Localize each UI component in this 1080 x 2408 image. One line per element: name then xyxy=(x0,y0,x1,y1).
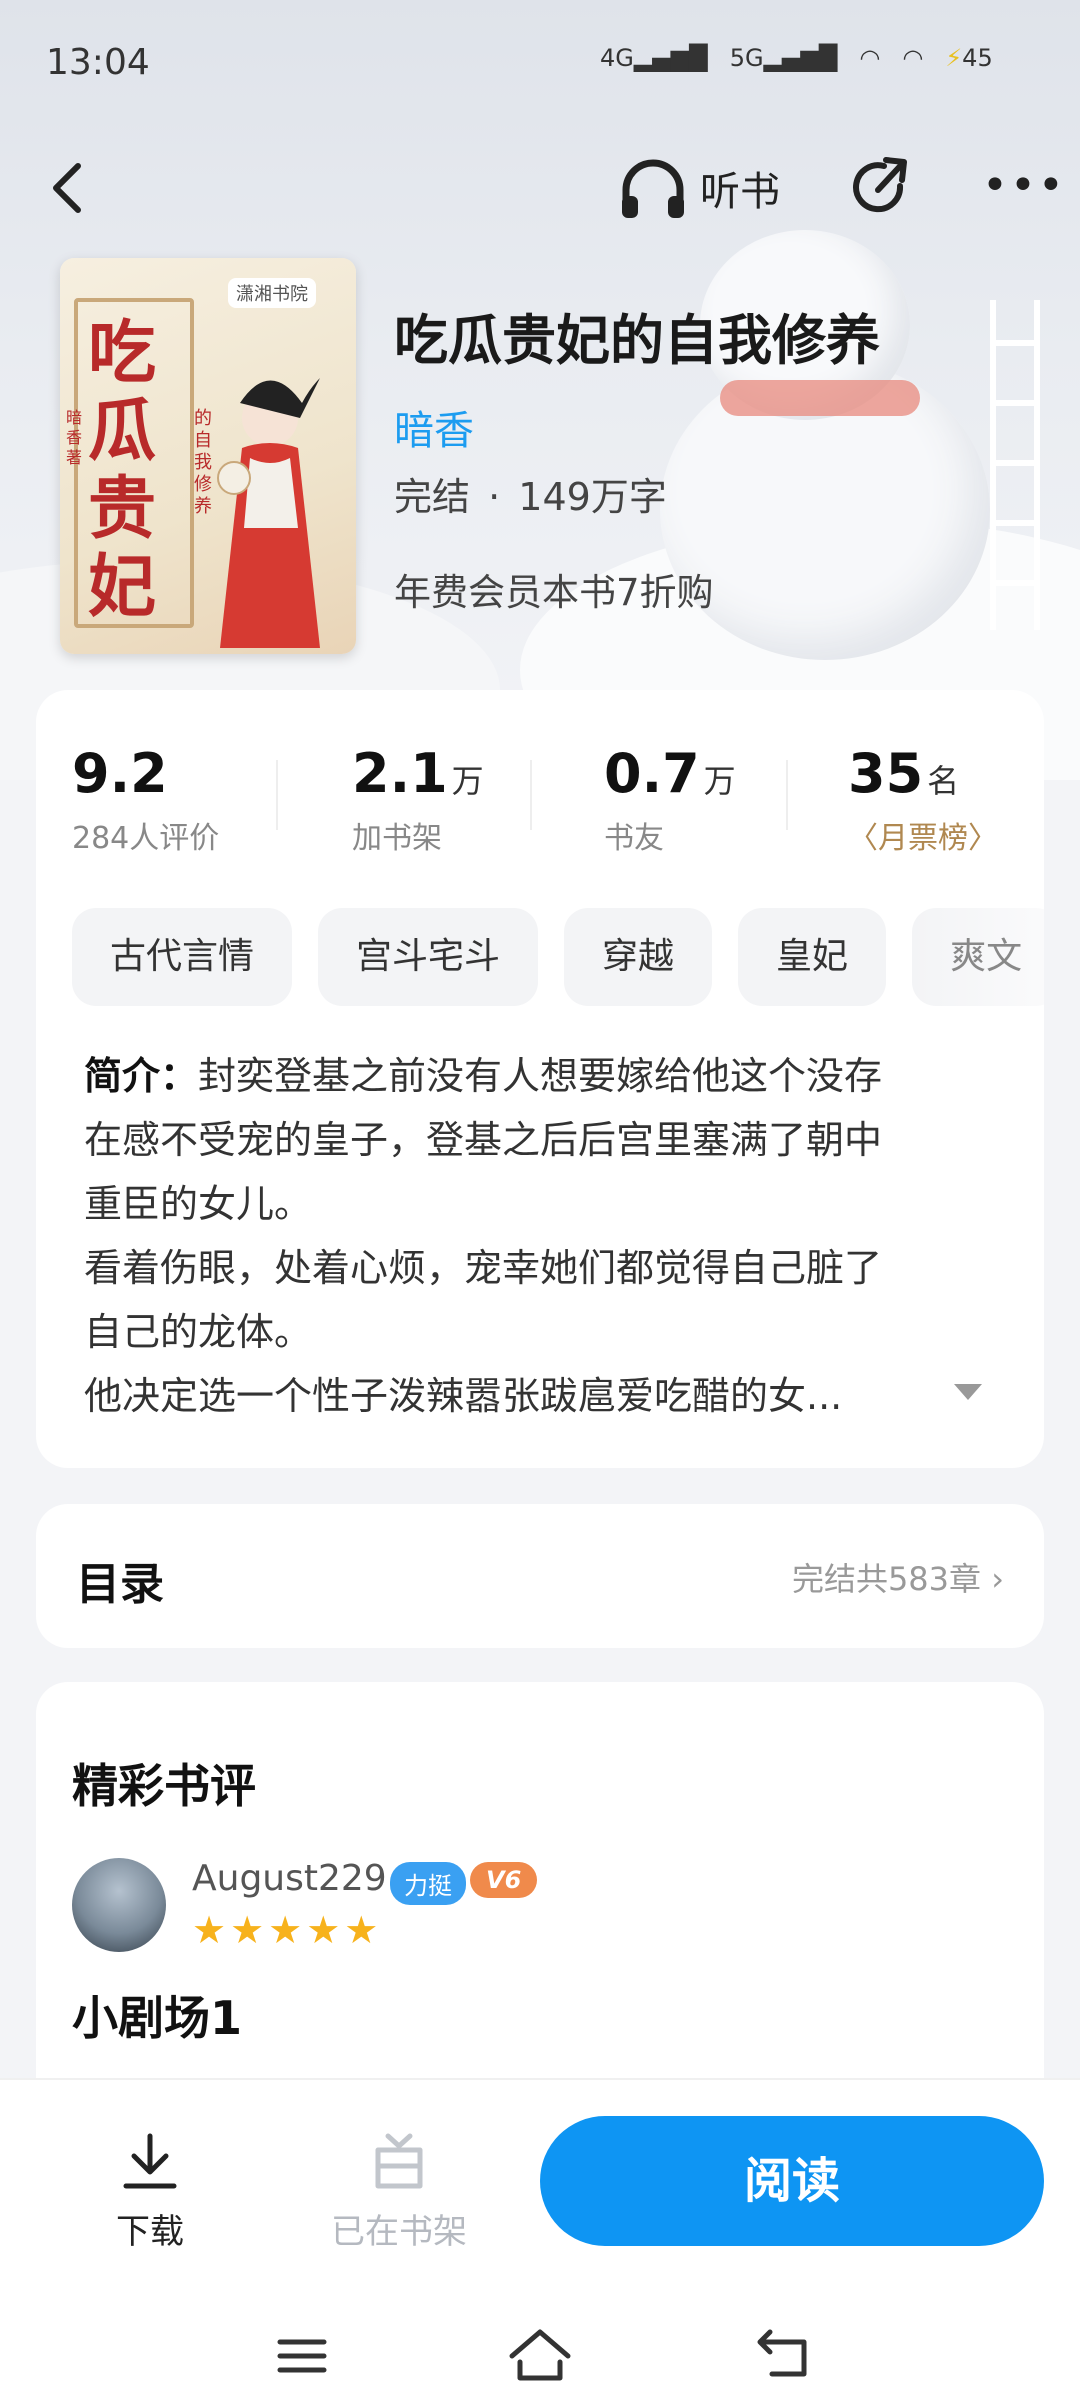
stat-value: 2.1 xyxy=(352,742,448,805)
stat-label: 〈月票榜〉 xyxy=(848,821,998,856)
intro-line: 简介：封奕登基之前没有人想要嫁给他这个没存 xyxy=(84,1054,883,1098)
status-time: 13:04 xyxy=(46,42,150,83)
rating-stars: ★★★★★ xyxy=(192,1908,383,1952)
level-badge: V6 xyxy=(470,1862,538,1898)
download-button[interactable]: 下载 xyxy=(110,2130,190,2253)
cell-signal-5g-icon: 5G▂▄▆█ xyxy=(729,44,838,72)
tag-chip[interactable]: 宫斗宅斗 xyxy=(318,908,539,1006)
toc-title: 目录 xyxy=(76,1559,164,1610)
stat-readers[interactable]: 0.7 万 书友 xyxy=(604,742,736,857)
menu-icon[interactable] xyxy=(272,2320,332,2390)
publisher-logo: 潇湘书院 xyxy=(228,278,316,308)
intro-line: 看着伤眼，处着心烦，宠幸她们都觉得自己脏了 xyxy=(84,1246,883,1290)
headphones-icon xyxy=(622,159,684,218)
stat-value: 0.7 xyxy=(604,742,700,805)
stat-monthly-rank[interactable]: 35 名 〈月票榜〉 xyxy=(848,742,998,857)
stat-label: 书友 xyxy=(604,821,664,856)
download-label: 下载 xyxy=(116,2212,184,2252)
divider xyxy=(530,760,532,830)
avatar[interactable] xyxy=(72,1858,166,1952)
bottom-action-bar: 下载 已在书架 阅读 xyxy=(0,2078,1080,2408)
expand-intro-icon[interactable] xyxy=(954,1384,982,1400)
bookshelf-icon xyxy=(375,2133,423,2189)
intro-line: 重臣的女儿。 xyxy=(84,1182,313,1226)
status-icons: 4G▂▄▆█ 5G▂▄▆█ ◠ ◠ ⚡45 xyxy=(600,44,993,72)
stat-label: 284人评价 xyxy=(72,821,220,856)
stat-unit: 名 xyxy=(927,762,960,800)
cell-signal-4g-icon: 4G▂▄▆█ xyxy=(600,44,708,72)
wifi-icon: ◠ xyxy=(902,44,924,72)
meta-separator: · xyxy=(488,475,501,519)
cover-illustration xyxy=(217,378,320,648)
toc-summary: 完结共583章 › xyxy=(791,1560,1004,1598)
stat-bookshelf[interactable]: 2.1 万 加书架 xyxy=(352,742,484,857)
listen-button[interactable]: 听书 xyxy=(618,156,780,220)
review-username[interactable]: August229 xyxy=(192,1858,387,1899)
support-badge: 力挺 xyxy=(390,1862,466,1905)
table-of-contents-row[interactable]: 目录 完结共583章 › xyxy=(36,1504,1044,1648)
home-icon[interactable] xyxy=(506,2320,574,2390)
review-title[interactable]: 小剧场1 xyxy=(72,1982,242,2048)
intro-label: 简介： xyxy=(84,1054,199,1098)
book-title: 吃瓜贵妃的自我修养 xyxy=(394,309,880,372)
ladder-illustration xyxy=(990,300,1040,630)
download-icon xyxy=(123,2133,177,2189)
cover-author: 暗香 著 xyxy=(66,408,83,467)
tag-chip[interactable]: 穿越 xyxy=(564,908,713,1006)
share-icon[interactable] xyxy=(848,154,914,220)
book-info-card: 9.2 284人评价 2.1 万 加书架 0.7 万 书友 35 名 〈月票榜〉 古代… xyxy=(36,690,1044,1468)
battery-icon: ⚡45 xyxy=(945,44,993,72)
stat-unit: 万 xyxy=(451,762,484,800)
divider xyxy=(276,760,278,830)
back-arrow-icon[interactable] xyxy=(40,158,100,218)
book-cover[interactable]: 潇湘书院 吃瓜贵妃 的自我修养 暗香 著 xyxy=(60,258,356,654)
on-shelf-button: 已在书架 xyxy=(324,2130,474,2253)
back-nav-icon[interactable] xyxy=(752,2320,812,2390)
book-intro[interactable]: 简介：封奕登基之前没有人想要嫁给他这个没存 在感不受宠的皇子，登基之后后宫里塞满… xyxy=(84,1044,1004,1428)
tag-chip[interactable]: 古代言情 xyxy=(72,908,293,1006)
divider xyxy=(786,760,788,830)
read-button[interactable]: 阅读 xyxy=(540,2116,1044,2246)
wifi-icon: ◠ xyxy=(859,44,881,72)
listen-label: 听书 xyxy=(700,169,780,215)
laurel-left-icon: 〈 xyxy=(848,821,878,856)
more-options-icon[interactable]: ••• xyxy=(982,160,1066,211)
cover-title: 吃瓜贵妃 xyxy=(88,313,157,627)
tag-list: 古代言情 宫斗宅斗 穿越 皇妃 爽文 xyxy=(72,908,1044,1006)
stat-value: 35 xyxy=(848,742,924,805)
membership-promo[interactable]: 年费会员本书7折购 xyxy=(394,562,714,616)
book-meta: 完结 · 149万字 xyxy=(394,466,667,521)
stat-label: 加书架 xyxy=(352,821,442,856)
tag-chip[interactable]: 皇妃 xyxy=(738,908,887,1006)
top-nav: 听书 ••• xyxy=(0,150,1080,230)
word-count: 149万字 xyxy=(518,475,667,519)
intro-line: 在感不受宠的皇子，登基之后后宫里塞满了朝中 xyxy=(84,1118,883,1162)
stat-rating[interactable]: 9.2 284人评价 xyxy=(72,742,219,857)
stat-unit: 万 xyxy=(703,762,736,800)
snowman-scarf xyxy=(720,380,920,416)
stat-value: 9.2 xyxy=(72,742,168,805)
book-status: 完结 xyxy=(394,475,471,519)
laurel-right-icon: 〉 xyxy=(968,821,998,856)
on-shelf-label: 已在书架 xyxy=(331,2212,467,2252)
tag-chip[interactable]: 爽文 xyxy=(912,908,1044,1006)
intro-line: 他决定选一个性子泼辣嚣张跋扈爱吃醋的女... xyxy=(84,1374,843,1418)
intro-line: 自己的龙体。 xyxy=(84,1310,313,1354)
author-link[interactable]: 暗香 xyxy=(394,398,474,456)
reviews-heading: 精彩书评 xyxy=(72,1759,256,1813)
